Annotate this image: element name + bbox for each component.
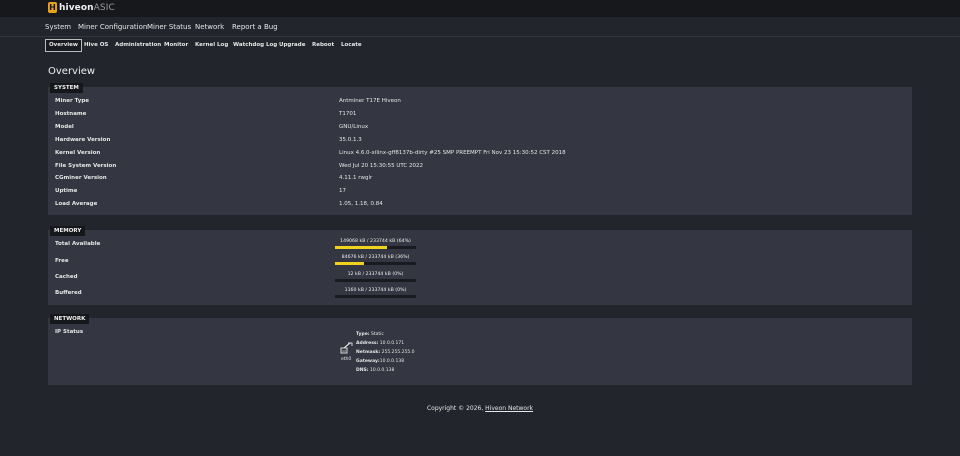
tab-hive-os[interactable]: Hive OS (81, 40, 111, 51)
cached-label: Cached (55, 274, 78, 280)
network-panel: NETWORK IP Status eth0 Type: Static Addr… (48, 314, 912, 385)
top-bar: H hiveonASIC (0, 0, 960, 17)
net-type: Type: Static (356, 332, 384, 337)
buffered-text: 1160 kB / 233744 kB (0%) (344, 288, 407, 293)
tab-watchdog-log[interactable]: Watchdog Log (230, 40, 280, 51)
tab-reboot[interactable]: Reboot (309, 40, 337, 51)
cached-bar: 12 kB / 233744 kB (0%) (335, 272, 416, 282)
network-port-icon-graphic (340, 342, 353, 354)
buffered-bar: 1160 kB / 233744 kB (0%) (335, 288, 416, 298)
tab-kernel-log[interactable]: Kernel Log (192, 40, 231, 51)
uptime-label: Uptime (55, 188, 78, 194)
nav-network[interactable]: Network (195, 23, 224, 31)
tab-upgrade[interactable]: Upgrade (276, 40, 308, 51)
model-value: GNU/Linux (339, 124, 369, 130)
file-system-version-value: Wed Jul 20 15:30:55 UTC 2022 (339, 163, 423, 169)
miner-type-label: Miner Type (55, 98, 89, 104)
tab-administration[interactable]: Administration (112, 40, 164, 51)
hardware-version-label: Hardware Version (55, 137, 111, 143)
kernel-version-value: Linux 4.6.0-xilinx-gff8137b-dirty #25 SM… (339, 150, 566, 156)
footer: Copyright © 2026, Hiveon Network (0, 405, 960, 412)
net-gateway: Gateway:10.0.0.138 (356, 359, 405, 364)
net-address: Address: 10.0.0.171 (356, 341, 405, 346)
copyright-text: Copyright © 2026, (426, 405, 486, 412)
cached-text: 12 kB / 233744 kB (0%) (347, 272, 404, 277)
memory-panel: MEMORY Total Available 149068 kB / 23374… (48, 226, 912, 305)
hostname-value: T1701 (339, 111, 357, 117)
hiveon-network-link[interactable]: Hiveon Network (485, 405, 533, 412)
ip-status-label: IP Status (55, 329, 84, 335)
cgminer-version-value: 4.11.1 rwglr (339, 175, 373, 181)
brand-name: hiveon (59, 2, 94, 13)
free-fill (335, 262, 365, 265)
main-nav: System Miner Configuration Miner Status … (0, 17, 960, 37)
brand-suffix: ASIC (93, 2, 115, 13)
net-netmask: Netmask: 255.255.255.0 (356, 350, 415, 355)
free-bar: 84676 kB / 233744 kB (36%) (335, 255, 416, 265)
free-label: Free (55, 258, 69, 264)
nav-report-a-bug[interactable]: Report a Bug (232, 23, 278, 31)
sub-nav: Overview Hive OS Administration Monitor … (0, 38, 960, 52)
load-average-value: 1.05, 1.18, 0.84 (339, 201, 383, 207)
total-available-fill (335, 246, 387, 249)
tab-locate[interactable]: Locate (338, 40, 365, 51)
network-legend: NETWORK (50, 314, 90, 324)
model-label: Model (55, 124, 74, 130)
net-dns: DNS: 10.0.0.138 (356, 368, 395, 373)
hiveon-logo-icon: H (48, 2, 57, 13)
tab-monitor[interactable]: Monitor (161, 40, 191, 51)
hiveon-logo[interactable]: H hiveonASIC (48, 2, 115, 13)
free-text: 84676 kB / 233744 kB (36%) (341, 255, 410, 260)
kernel-version-label: Kernel Version (55, 150, 101, 156)
uptime-value: 17 (339, 188, 346, 194)
miner-type-value: Antminer T17E Hiveon (339, 98, 401, 104)
nav-miner-status[interactable]: Miner Status (147, 23, 191, 31)
network-port-icon: eth0 (340, 341, 354, 365)
load-average-label: Load Average (55, 201, 98, 207)
buffered-label: Buffered (55, 290, 82, 296)
total-available-text: 149068 kB / 233744 kB (64%) (340, 239, 411, 244)
nav-miner-configuration[interactable]: Miner Configuration (78, 23, 147, 31)
memory-legend: MEMORY (50, 226, 86, 236)
total-available-bar: 149068 kB / 233744 kB (64%) (335, 239, 416, 249)
total-available-label: Total Available (55, 241, 101, 247)
file-system-version-label: File System Version (55, 163, 117, 169)
system-panel: SYSTEM Miner Type Antminer T17E Hiveon H… (48, 83, 912, 215)
system-legend: SYSTEM (50, 83, 83, 93)
page-title: Overview (48, 66, 96, 77)
tab-overview[interactable]: Overview (45, 39, 82, 52)
hardware-version-value: 35.0.1.3 (339, 137, 362, 143)
cgminer-version-label: CGminer Version (55, 175, 107, 181)
interface-name: eth0 (341, 357, 352, 362)
nav-system[interactable]: System (45, 23, 71, 31)
hostname-label: Hostname (55, 111, 87, 117)
